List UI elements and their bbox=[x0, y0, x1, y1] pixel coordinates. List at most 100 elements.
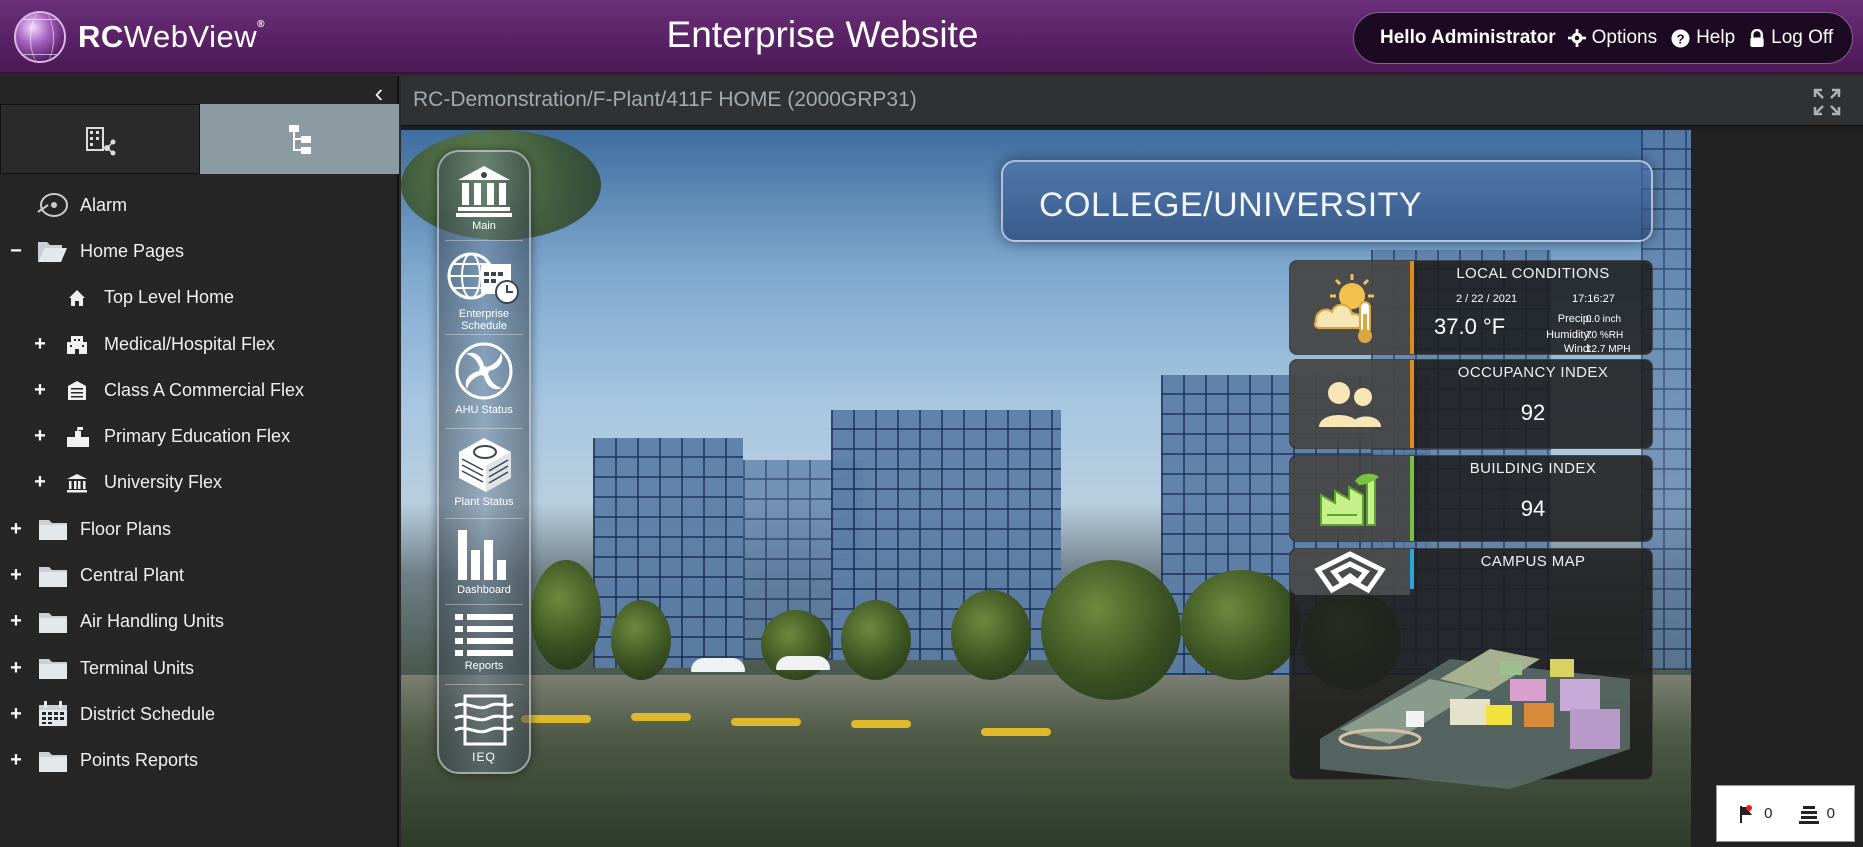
top-header: RCWebView® Enterprise Website Hello Admi… bbox=[0, 0, 1863, 74]
navigation-menu: Main Enterprise Schedule AHU Status Plan… bbox=[437, 150, 531, 774]
tab-buildings[interactable] bbox=[0, 104, 200, 174]
building-network-icon bbox=[86, 127, 116, 156]
flowerbed bbox=[851, 720, 911, 728]
options-label: Options bbox=[1591, 27, 1658, 48]
tree-node-medical-hospital-flex[interactable]: + Medical/Hospital Flex bbox=[0, 321, 399, 367]
expand-toggle[interactable]: + bbox=[8, 657, 24, 680]
tab-tree[interactable] bbox=[200, 104, 399, 174]
expand-toggle[interactable]: + bbox=[8, 703, 24, 726]
building-index-panel[interactable]: BUILDING INDEX 94 bbox=[1289, 455, 1653, 542]
alarm-counter[interactable]: 0 bbox=[1736, 804, 1772, 824]
user-bar: Hello Administrator Options ? Help Log O… bbox=[1353, 12, 1853, 64]
expand-toggle[interactable]: + bbox=[8, 564, 24, 587]
tree bbox=[951, 590, 1031, 680]
menu-label: AHU Status bbox=[455, 404, 513, 416]
tree-node-label: Points Reports bbox=[80, 750, 199, 771]
menu-ieq[interactable]: IEQ bbox=[439, 692, 529, 764]
tree-node-label: Class A Commercial Flex bbox=[104, 379, 305, 400]
tree-node-district-schedule[interactable]: + District Schedule bbox=[0, 691, 399, 737]
commercial-building-icon bbox=[66, 380, 88, 401]
divider bbox=[445, 428, 523, 429]
tree-node-class-a-commercial-flex[interactable]: + Class A Commercial Flex bbox=[0, 367, 399, 413]
menu-main[interactable]: Main bbox=[439, 164, 529, 232]
divider bbox=[445, 240, 523, 241]
menu-reports[interactable]: Reports bbox=[439, 612, 529, 672]
tree-node-university-flex[interactable]: + University Flex bbox=[0, 460, 399, 506]
menu-label: Main bbox=[472, 220, 496, 232]
divider bbox=[445, 518, 523, 519]
menu-plant-status[interactable]: Plant Status bbox=[439, 434, 529, 508]
navigation-tree: Alarm − Home Pages Top Level Home + Medi… bbox=[0, 182, 399, 784]
tree-node-label: University Flex bbox=[104, 472, 223, 493]
expand-toggle[interactable]: + bbox=[8, 518, 24, 541]
occupancy-index-panel[interactable]: OCCUPANCY INDEX 92 bbox=[1289, 359, 1653, 449]
building-index-icon-box bbox=[1290, 456, 1410, 541]
options-button[interactable]: Options bbox=[1567, 27, 1658, 49]
factory-leaf-icon bbox=[1320, 473, 1379, 526]
tree bbox=[1181, 570, 1301, 680]
fullscreen-icon[interactable] bbox=[1813, 88, 1841, 116]
menu-label: Plant Status bbox=[454, 496, 514, 508]
breadcrumb: RC-Demonstration/F-Plant/411F HOME (2000… bbox=[413, 88, 917, 111]
local-conditions-title: LOCAL CONDITIONS bbox=[1456, 265, 1610, 282]
tree-node-label: Home Pages bbox=[80, 240, 185, 261]
expand-toggle[interactable]: + bbox=[32, 333, 48, 356]
campus-map-icon bbox=[1314, 551, 1386, 594]
help-label: Help bbox=[1696, 27, 1736, 48]
alarm-disc-icon bbox=[36, 192, 68, 218]
folder-icon bbox=[38, 656, 68, 680]
tree bbox=[611, 600, 671, 680]
tree-node-points-reports[interactable]: + Points Reports bbox=[0, 738, 399, 784]
tree-node-air-handling-units[interactable]: + Air Handling Units bbox=[0, 599, 399, 645]
tree-node-top-level-home[interactable]: Top Level Home bbox=[0, 275, 399, 321]
lc-wind-label: Wind: bbox=[1563, 343, 1592, 355]
report-counter[interactable]: 0 bbox=[1798, 804, 1835, 824]
tree-node-label: Central Plant bbox=[80, 565, 185, 586]
air-quality-icon bbox=[454, 694, 514, 746]
lc-wind-value: 12.7 MPH bbox=[1586, 344, 1631, 355]
expand-toggle[interactable]: + bbox=[8, 749, 24, 772]
expand-toggle[interactable]: + bbox=[32, 379, 48, 402]
tree-node-primary-education-flex[interactable]: + Primary Education Flex bbox=[0, 413, 399, 459]
gear-icon bbox=[1567, 29, 1586, 47]
tree-node-central-plant[interactable]: + Central Plant bbox=[0, 552, 399, 598]
svg-text:?: ? bbox=[1677, 31, 1685, 46]
menu-ahu-status[interactable]: AHU Status bbox=[439, 340, 529, 416]
report-count: 0 bbox=[1826, 805, 1835, 822]
lock-icon bbox=[1750, 28, 1764, 47]
folder-icon bbox=[38, 749, 68, 773]
weather-sun-cloud-thermometer-icon bbox=[1313, 273, 1374, 343]
campus-map-panel[interactable]: CAMPUS MAP bbox=[1289, 548, 1653, 789]
alarm-flag-icon bbox=[1740, 804, 1753, 823]
tree-node-alarm[interactable]: Alarm bbox=[0, 182, 399, 228]
greeting: Hello Administrator bbox=[1380, 27, 1556, 48]
tree-node-home-pages[interactable]: − Home Pages bbox=[0, 228, 399, 274]
title-banner: COLLEGE/UNIVERSITY bbox=[1001, 160, 1653, 242]
menu-dashboard[interactable]: Dashboard bbox=[439, 526, 529, 596]
flowerbed bbox=[631, 713, 691, 721]
fan-icon bbox=[455, 342, 513, 400]
tree-hierarchy-icon bbox=[288, 125, 311, 154]
local-conditions-panel[interactable]: LOCAL CONDITIONS 2 / 22 / 2021 17:16:27 … bbox=[1289, 260, 1653, 355]
menu-enterprise-schedule[interactable]: Enterprise Schedule bbox=[439, 248, 529, 332]
banner-title: COLLEGE/UNIVERSITY bbox=[1039, 186, 1423, 224]
campus-map-image[interactable] bbox=[1310, 619, 1640, 794]
hospital-icon bbox=[66, 334, 88, 355]
folder-icon bbox=[38, 517, 68, 541]
expand-toggle[interactable]: + bbox=[32, 471, 48, 494]
help-button[interactable]: ? Help bbox=[1671, 27, 1735, 49]
sidebar-tabs bbox=[0, 104, 399, 174]
building-scene: Main Enterprise Schedule AHU Status Plan… bbox=[401, 130, 1691, 847]
collapse-toggle[interactable]: − bbox=[8, 240, 24, 263]
expand-toggle[interactable]: + bbox=[32, 425, 48, 448]
tree bbox=[1041, 560, 1181, 700]
patio-umbrella bbox=[776, 656, 830, 670]
tree-node-floor-plans[interactable]: + Floor Plans bbox=[0, 506, 399, 552]
tree-node-label: District Schedule bbox=[80, 703, 216, 724]
report-stack-icon bbox=[1798, 805, 1819, 824]
weather-icon-box bbox=[1290, 261, 1410, 354]
tree-node-terminal-units[interactable]: + Terminal Units bbox=[0, 645, 399, 691]
expand-toggle[interactable]: + bbox=[8, 610, 24, 633]
logoff-button[interactable]: Log Off bbox=[1749, 27, 1833, 49]
globe-calendar-icon bbox=[447, 252, 519, 304]
